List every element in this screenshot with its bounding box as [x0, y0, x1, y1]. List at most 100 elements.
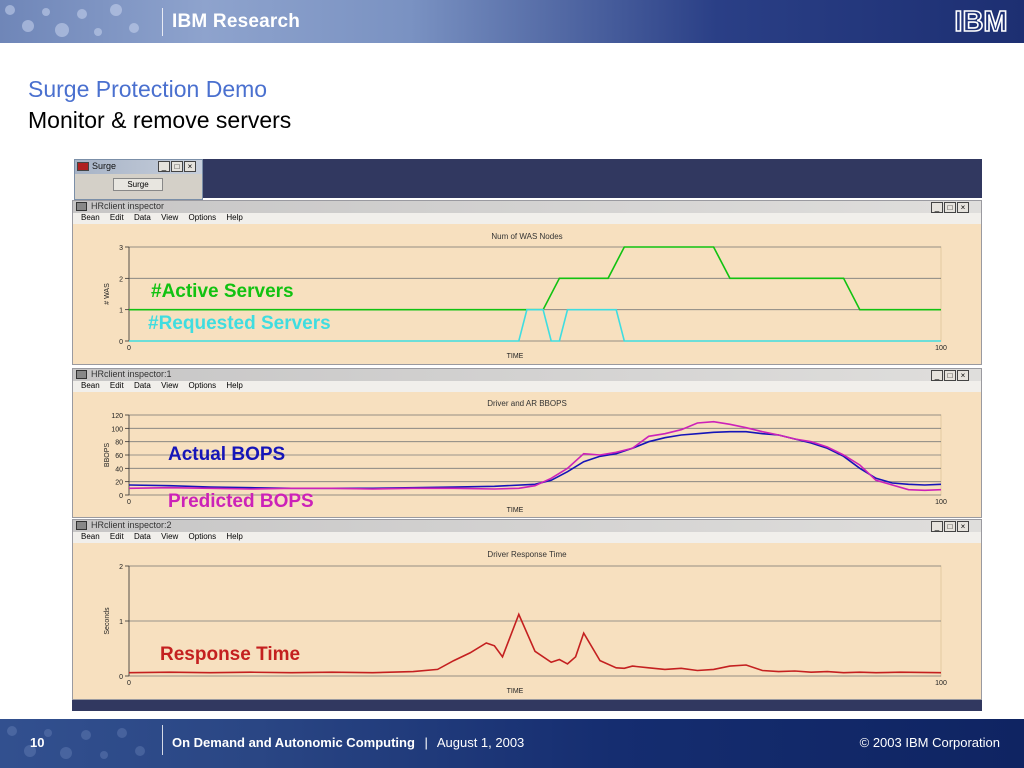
y-tick-label: 2	[119, 276, 123, 283]
window-title: HRclient inspector:2	[91, 520, 172, 530]
menu-help[interactable]: Help	[226, 381, 242, 390]
maximize-button[interactable]: □	[171, 161, 183, 172]
window-titlebar[interactable]: HRclient inspector:2 _ □ ×	[73, 520, 981, 532]
menu-help[interactable]: Help	[226, 532, 242, 541]
window-title: HRclient inspector:1	[91, 369, 172, 379]
menu-data[interactable]: Data	[134, 213, 151, 222]
menu-edit[interactable]: Edit	[110, 213, 124, 222]
slide: IBM Research IBM Surge Protection Demo M…	[0, 0, 1024, 768]
menu-view[interactable]: View	[161, 381, 178, 390]
footer-caption: On Demand and Autonomic Computing | Augu…	[172, 735, 524, 750]
label-active-servers: #Active Servers	[151, 281, 294, 302]
window-titlebar[interactable]: HRclient inspector:1 _ □ ×	[73, 369, 981, 381]
banner-divider	[162, 8, 163, 36]
x-axis-label: TIME	[507, 688, 524, 695]
y-tick-label: 80	[115, 440, 123, 447]
x-tick-label: 100	[935, 345, 947, 352]
y-tick-label: 120	[111, 413, 123, 420]
x-tick-label: 0	[127, 680, 131, 687]
y-tick-label: 0	[119, 339, 123, 346]
y-tick-label: 1	[119, 619, 123, 626]
x-axis-label: TIME	[507, 507, 524, 514]
window-icon	[76, 202, 87, 211]
top-banner: IBM Research IBM	[0, 0, 1024, 43]
ibm-logo: IBM	[954, 6, 1009, 36]
y-tick-label: 0	[119, 674, 123, 681]
minimize-button[interactable]: _	[931, 521, 943, 532]
maximize-button[interactable]: □	[944, 202, 956, 213]
menu-edit[interactable]: Edit	[110, 532, 124, 541]
menu-bean[interactable]: Bean	[81, 213, 100, 222]
y-tick-label: 60	[115, 453, 123, 460]
screen-capture-bottom	[72, 700, 982, 711]
menu-bean[interactable]: Bean	[81, 532, 100, 541]
close-button[interactable]: ×	[957, 202, 969, 213]
java-window-icon	[77, 162, 89, 171]
y-axis-label: # WAS	[104, 283, 111, 305]
menu-view[interactable]: View	[161, 213, 178, 222]
window-title: HRclient inspector	[91, 201, 165, 211]
x-tick-label: 100	[935, 680, 947, 687]
close-button[interactable]: ×	[184, 161, 196, 172]
x-tick-label: 0	[127, 345, 131, 352]
y-tick-label: 40	[115, 466, 123, 473]
maximize-button[interactable]: □	[944, 370, 956, 381]
surge-window-title: Surge	[92, 161, 117, 171]
chart-title: Num of WAS Nodes	[491, 232, 563, 241]
y-tick-label: 100	[111, 426, 123, 433]
menu-bar: Bean Edit Data View Options Help	[73, 213, 981, 224]
y-axis-label: BBOPS	[104, 443, 111, 467]
menu-options[interactable]: Options	[189, 381, 217, 390]
minimize-button[interactable]: _	[931, 370, 943, 381]
menu-data[interactable]: Data	[134, 381, 151, 390]
minimize-button[interactable]: _	[931, 202, 943, 213]
close-button[interactable]: ×	[957, 370, 969, 381]
brand-label: IBM Research	[172, 11, 301, 32]
chart-title: Driver and AR BBOPS	[487, 399, 567, 408]
menu-help[interactable]: Help	[226, 213, 242, 222]
menu-data[interactable]: Data	[134, 532, 151, 541]
slide-title: Surge Protection Demo	[28, 76, 268, 102]
footer-date: August 1, 2003	[436, 735, 525, 750]
screen-capture-background	[202, 159, 982, 198]
x-tick-label: 0	[127, 499, 131, 506]
menu-bean[interactable]: Bean	[81, 381, 100, 390]
menu-options[interactable]: Options	[189, 213, 217, 222]
y-tick-label: 1	[119, 308, 123, 315]
footer-divider	[162, 725, 163, 755]
maximize-button[interactable]: □	[944, 521, 956, 532]
surge-button[interactable]: Surge	[113, 178, 163, 191]
decorative-dots	[7, 726, 145, 759]
window-icon	[76, 370, 87, 379]
footer-title: On Demand and Autonomic Computing	[172, 735, 415, 750]
footer-bar: 10 On Demand and Autonomic Computing | A…	[0, 719, 1024, 768]
window-icon	[76, 521, 87, 530]
menu-bar: Bean Edit Data View Options Help	[73, 532, 981, 543]
window-titlebar[interactable]: HRclient inspector _ □ ×	[73, 201, 981, 213]
menu-bar: Bean Edit Data View Options Help	[73, 381, 981, 392]
page-number: 10	[30, 735, 45, 750]
x-tick-label: 100	[935, 499, 947, 506]
surge-window: Surge _ □ × Surge	[74, 159, 203, 200]
close-button[interactable]: ×	[957, 521, 969, 532]
label-response-time: Response Time	[160, 644, 301, 665]
y-tick-label: 0	[119, 493, 123, 500]
menu-options[interactable]: Options	[189, 532, 217, 541]
ibm-logo-text: IBM	[954, 6, 1007, 36]
minimize-button[interactable]: _	[158, 161, 170, 172]
chart-title: Driver Response Time	[487, 550, 567, 559]
inspector-window-3: HRclient inspector:2 _ □ × Bean Edit Dat…	[72, 519, 982, 700]
surge-window-titlebar[interactable]: Surge _ □ ×	[75, 160, 202, 174]
menu-edit[interactable]: Edit	[110, 381, 124, 390]
y-tick-label: 3	[119, 245, 123, 252]
y-tick-label: 2	[119, 564, 123, 571]
chart-response-time: 0 1 2 0 100 TIME Seconds	[104, 564, 947, 695]
decorative-dots	[5, 4, 139, 37]
copyright: © 2003 IBM Corporation	[859, 735, 1000, 750]
x-axis-label: TIME	[507, 353, 524, 360]
y-tick-label: 20	[115, 480, 123, 487]
footer-separator: |	[424, 735, 428, 750]
label-predicted-bops: Predicted BOPS	[168, 491, 314, 512]
label-requested-servers: #Requested Servers	[148, 313, 331, 334]
menu-view[interactable]: View	[161, 532, 178, 541]
